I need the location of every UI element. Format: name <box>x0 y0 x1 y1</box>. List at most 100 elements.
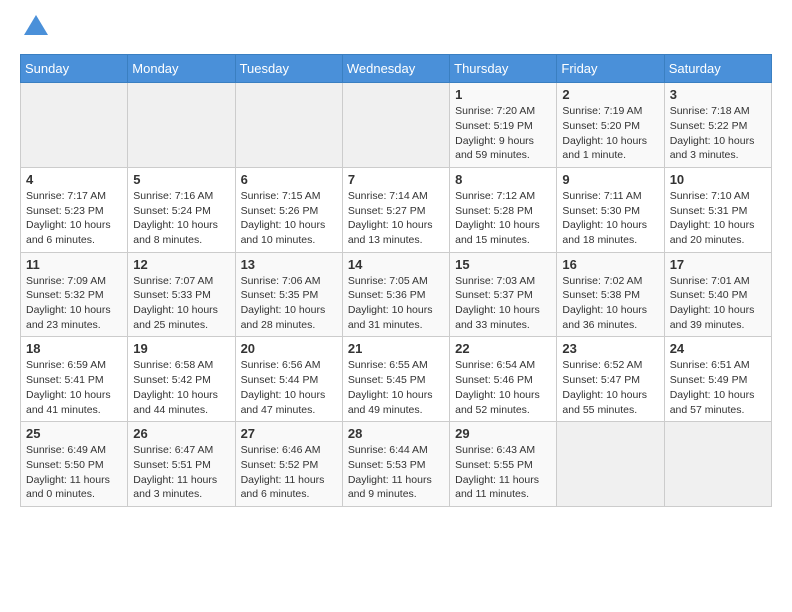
day-number: 3 <box>670 87 766 102</box>
day-header-monday: Monday <box>128 55 235 83</box>
day-number: 14 <box>348 257 444 272</box>
day-header-friday: Friday <box>557 55 664 83</box>
day-number: 4 <box>26 172 122 187</box>
calendar-cell: 20 Sunrise: 6:56 AM Sunset: 5:44 PM Dayli… <box>235 337 342 422</box>
day-number: 17 <box>670 257 766 272</box>
calendar-cell: 6 Sunrise: 7:15 AM Sunset: 5:26 PM Daylig… <box>235 167 342 252</box>
day-header-wednesday: Wednesday <box>342 55 449 83</box>
calendar-week-3: 11Sunrise: 7:09 AM Sunset: 5:32 PM Dayli… <box>21 252 772 337</box>
day-number: 20 <box>241 341 337 356</box>
day-info: Sunrise: 6:54 AM Sunset: 5:46 PM Dayligh… <box>455 358 551 417</box>
day-header-sunday: Sunday <box>21 55 128 83</box>
day-info: Sunrise: 7:02 AM Sunset: 5:38 PM Dayligh… <box>562 274 658 333</box>
calendar-cell <box>21 83 128 168</box>
day-info: Sunrise: 7:10 AM Sunset: 5:31 PM Dayligh… <box>670 189 766 248</box>
day-info: Sunrise: 6:56 AM Sunset: 5:44 PM Dayligh… <box>241 358 337 417</box>
day-info: Sunrise: 6:55 AM Sunset: 5:45 PM Dayligh… <box>348 358 444 417</box>
day-info: Sunrise: 7:20 AM Sunset: 5:19 PM Dayligh… <box>455 104 551 163</box>
day-info: Sunrise: 6:49 AM Sunset: 5:50 PM Dayligh… <box>26 443 122 502</box>
day-number: 12 <box>133 257 229 272</box>
day-number: 13 <box>241 257 337 272</box>
day-number: 2 <box>562 87 658 102</box>
calendar-cell: 21 Sunrise: 6:55 AM Sunset: 5:45 PM Dayli… <box>342 337 449 422</box>
calendar-cell: 12 Sunrise: 7:07 AM Sunset: 5:33 PM Dayli… <box>128 252 235 337</box>
day-info: Sunrise: 7:19 AM Sunset: 5:20 PM Dayligh… <box>562 104 658 163</box>
day-number: 15 <box>455 257 551 272</box>
day-number: 9 <box>562 172 658 187</box>
calendar-cell: 15 Sunrise: 7:03 AM Sunset: 5:37 PM Dayli… <box>450 252 557 337</box>
calendar-cell: 1Sunrise: 7:20 AM Sunset: 5:19 PM Daylig… <box>450 83 557 168</box>
calendar-cell: 29 Sunrise: 6:43 AM Sunset: 5:55 PM Dayli… <box>450 422 557 507</box>
day-header-tuesday: Tuesday <box>235 55 342 83</box>
calendar-week-5: 25 Sunrise: 6:49 AM Sunset: 5:50 PM Dayli… <box>21 422 772 507</box>
day-info: Sunrise: 6:44 AM Sunset: 5:53 PM Dayligh… <box>348 443 444 502</box>
day-info: Sunrise: 7:09 AM Sunset: 5:32 PM Dayligh… <box>26 274 122 333</box>
day-number: 25 <box>26 426 122 441</box>
calendar-cell: 7 Sunrise: 7:14 AM Sunset: 5:27 PM Daylig… <box>342 167 449 252</box>
calendar-cell: 24Sunrise: 6:51 AM Sunset: 5:49 PM Dayli… <box>664 337 771 422</box>
calendar-week-2: 4 Sunrise: 7:17 AM Sunset: 5:23 PM Daylig… <box>21 167 772 252</box>
day-info: Sunrise: 7:15 AM Sunset: 5:26 PM Dayligh… <box>241 189 337 248</box>
calendar-cell: 14 Sunrise: 7:05 AM Sunset: 5:36 PM Dayli… <box>342 252 449 337</box>
calendar-cell: 10Sunrise: 7:10 AM Sunset: 5:31 PM Dayli… <box>664 167 771 252</box>
day-number: 22 <box>455 341 551 356</box>
day-info: Sunrise: 6:47 AM Sunset: 5:51 PM Dayligh… <box>133 443 229 502</box>
calendar-cell <box>557 422 664 507</box>
day-info: Sunrise: 7:07 AM Sunset: 5:33 PM Dayligh… <box>133 274 229 333</box>
logo-icon <box>22 13 50 41</box>
logo <box>20 20 50 44</box>
day-number: 18 <box>26 341 122 356</box>
page-header <box>20 20 772 44</box>
day-info: Sunrise: 7:17 AM Sunset: 5:23 PM Dayligh… <box>26 189 122 248</box>
calendar-cell: 23Sunrise: 6:52 AM Sunset: 5:47 PM Dayli… <box>557 337 664 422</box>
day-info: Sunrise: 6:59 AM Sunset: 5:41 PM Dayligh… <box>26 358 122 417</box>
calendar-cell: 11Sunrise: 7:09 AM Sunset: 5:32 PM Dayli… <box>21 252 128 337</box>
day-number: 19 <box>133 341 229 356</box>
calendar-cell: 28 Sunrise: 6:44 AM Sunset: 5:53 PM Dayli… <box>342 422 449 507</box>
day-info: Sunrise: 7:05 AM Sunset: 5:36 PM Dayligh… <box>348 274 444 333</box>
calendar-cell <box>128 83 235 168</box>
calendar-cell: 2 Sunrise: 7:19 AM Sunset: 5:20 PM Daylig… <box>557 83 664 168</box>
day-info: Sunrise: 6:52 AM Sunset: 5:47 PM Dayligh… <box>562 358 658 417</box>
day-number: 29 <box>455 426 551 441</box>
day-info: Sunrise: 6:58 AM Sunset: 5:42 PM Dayligh… <box>133 358 229 417</box>
day-info: Sunrise: 7:12 AM Sunset: 5:28 PM Dayligh… <box>455 189 551 248</box>
day-info: Sunrise: 6:51 AM Sunset: 5:49 PM Dayligh… <box>670 358 766 417</box>
calendar-cell: 8 Sunrise: 7:12 AM Sunset: 5:28 PM Daylig… <box>450 167 557 252</box>
calendar-week-1: 1Sunrise: 7:20 AM Sunset: 5:19 PM Daylig… <box>21 83 772 168</box>
calendar-cell: 19 Sunrise: 6:58 AM Sunset: 5:42 PM Dayli… <box>128 337 235 422</box>
day-number: 5 <box>133 172 229 187</box>
day-info: Sunrise: 6:43 AM Sunset: 5:55 PM Dayligh… <box>455 443 551 502</box>
calendar-cell <box>342 83 449 168</box>
day-number: 8 <box>455 172 551 187</box>
calendar-cell: 9 Sunrise: 7:11 AM Sunset: 5:30 PM Daylig… <box>557 167 664 252</box>
day-number: 26 <box>133 426 229 441</box>
day-number: 21 <box>348 341 444 356</box>
calendar-cell: 13 Sunrise: 7:06 AM Sunset: 5:35 PM Dayli… <box>235 252 342 337</box>
calendar-table: SundayMondayTuesdayWednesdayThursdayFrid… <box>20 54 772 507</box>
day-info: Sunrise: 7:06 AM Sunset: 5:35 PM Dayligh… <box>241 274 337 333</box>
calendar-cell: 5Sunrise: 7:16 AM Sunset: 5:24 PM Daylig… <box>128 167 235 252</box>
calendar-cell: 3Sunrise: 7:18 AM Sunset: 5:22 PM Daylig… <box>664 83 771 168</box>
calendar-cell: 17 Sunrise: 7:01 AM Sunset: 5:40 PM Dayli… <box>664 252 771 337</box>
day-info: Sunrise: 7:01 AM Sunset: 5:40 PM Dayligh… <box>670 274 766 333</box>
day-info: Sunrise: 6:46 AM Sunset: 5:52 PM Dayligh… <box>241 443 337 502</box>
calendar-cell: 26 Sunrise: 6:47 AM Sunset: 5:51 PM Dayli… <box>128 422 235 507</box>
calendar-cell <box>235 83 342 168</box>
day-info: Sunrise: 7:11 AM Sunset: 5:30 PM Dayligh… <box>562 189 658 248</box>
calendar-cell <box>664 422 771 507</box>
day-number: 7 <box>348 172 444 187</box>
calendar-cell: 4 Sunrise: 7:17 AM Sunset: 5:23 PM Daylig… <box>21 167 128 252</box>
day-number: 28 <box>348 426 444 441</box>
calendar-header-row: SundayMondayTuesdayWednesdayThursdayFrid… <box>21 55 772 83</box>
calendar-cell: 18 Sunrise: 6:59 AM Sunset: 5:41 PM Dayli… <box>21 337 128 422</box>
calendar-cell: 16Sunrise: 7:02 AM Sunset: 5:38 PM Dayli… <box>557 252 664 337</box>
day-number: 6 <box>241 172 337 187</box>
calendar-cell: 25 Sunrise: 6:49 AM Sunset: 5:50 PM Dayli… <box>21 422 128 507</box>
day-header-thursday: Thursday <box>450 55 557 83</box>
calendar-week-4: 18 Sunrise: 6:59 AM Sunset: 5:41 PM Dayli… <box>21 337 772 422</box>
calendar-cell: 27Sunrise: 6:46 AM Sunset: 5:52 PM Dayli… <box>235 422 342 507</box>
day-header-saturday: Saturday <box>664 55 771 83</box>
day-info: Sunrise: 7:03 AM Sunset: 5:37 PM Dayligh… <box>455 274 551 333</box>
day-info: Sunrise: 7:14 AM Sunset: 5:27 PM Dayligh… <box>348 189 444 248</box>
